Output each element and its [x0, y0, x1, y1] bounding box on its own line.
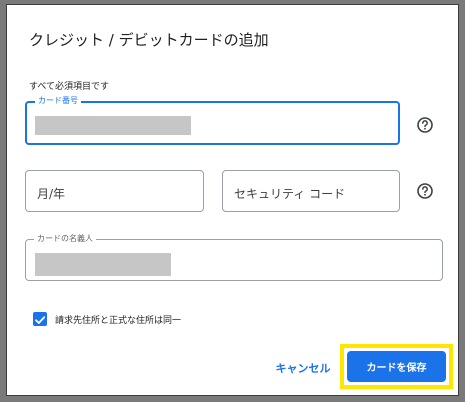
- cancel-button[interactable]: キャンセル: [270, 354, 336, 382]
- security-code-placeholder: セキュリティ コード: [234, 187, 346, 201]
- billing-checkbox-label: 請求先住所と正式な住所は同一: [55, 316, 182, 326]
- card-number-redacted: [35, 116, 191, 135]
- expiry-field[interactable]: 月/年: [25, 170, 204, 212]
- checkmark-icon: [35, 316, 46, 324]
- billing-checkbox[interactable]: [33, 312, 47, 326]
- card-name-label: カードの名義人: [34, 234, 96, 244]
- dialog-title: クレジット / デビットカードの追加: [29, 31, 269, 49]
- help-icon[interactable]: [416, 116, 434, 134]
- add-card-dialog: クレジット / デビットカードの追加 すべて必須項目です カード番号 月/年 セ…: [6, 4, 459, 396]
- security-code-field[interactable]: セキュリティ コード: [222, 170, 400, 212]
- card-name-field[interactable]: カードの名義人: [25, 234, 443, 281]
- card-name-redacted: [35, 253, 171, 276]
- save-card-button[interactable]: カードを保存: [347, 351, 446, 382]
- card-number-field[interactable]: カード番号: [25, 96, 400, 145]
- required-note: すべて必須項目です: [29, 82, 110, 92]
- card-number-label: カード番号: [35, 96, 81, 106]
- expiry-placeholder: 月/年: [37, 187, 66, 201]
- help-icon[interactable]: [416, 182, 434, 200]
